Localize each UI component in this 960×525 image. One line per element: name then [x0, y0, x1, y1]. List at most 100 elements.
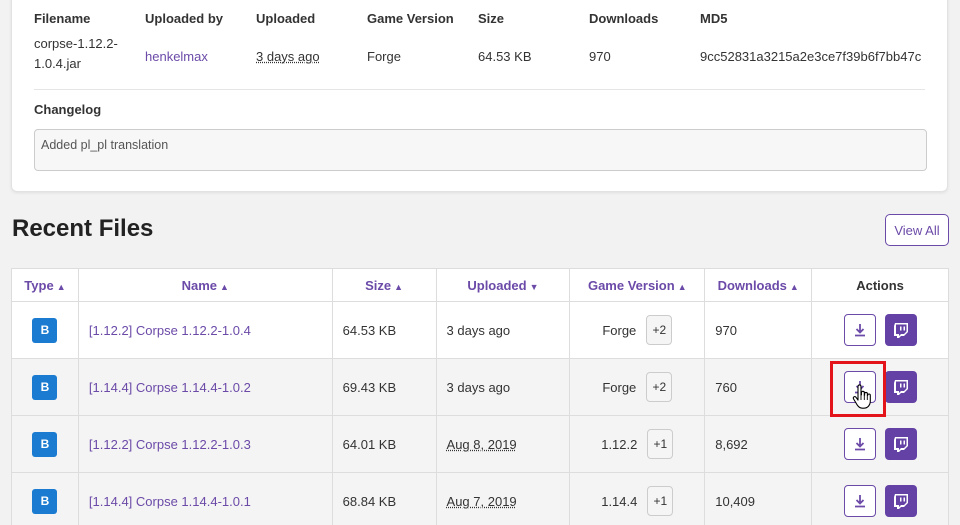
download-button[interactable]: [843, 314, 876, 346]
game-version-column: Game Version Forge: [367, 11, 454, 67]
uploaded-cell: Aug 8, 2019: [435, 415, 571, 473]
col-header-name[interactable]: Name ▲︎: [77, 268, 333, 302]
table-row: B [1.14.4] Corpse 1.14.4-1.0.1 68.84 KB …: [11, 472, 949, 525]
game-version-cell: 1.14.4 +1: [569, 472, 706, 525]
col-header-game-version-label: Game Version: [587, 277, 675, 293]
downloads-cell: 10,409: [704, 472, 813, 525]
twitch-icon: [893, 323, 908, 338]
col-header-downloads-label: Downloads: [717, 277, 787, 293]
sort-icon: ▲︎: [394, 281, 404, 292]
more-versions-button[interactable]: +2: [646, 372, 673, 402]
uploaded-by-column: Uploaded by henkelmax: [145, 11, 223, 67]
actions-cell: [811, 472, 949, 525]
changelog-box: Added pl_pl translation: [34, 129, 927, 171]
downloads-cell: 970: [704, 301, 813, 359]
downloads-value: 970: [589, 49, 611, 64]
twitch-icon: [893, 380, 908, 395]
type-cell: B: [11, 472, 79, 525]
md5-header: MD5: [700, 11, 728, 26]
uploaded-date: 3 days ago: [446, 379, 511, 395]
type-cell: B: [11, 301, 79, 359]
table-row: B [1.12.2] Corpse 1.12.2-1.0.4 64.53 KB …: [11, 301, 949, 359]
game-version-text: Forge: [602, 322, 637, 338]
uploaded-date: 3 days ago: [446, 322, 511, 338]
game-version-cell: Forge +2: [569, 358, 706, 416]
release-type-badge: B: [32, 317, 58, 343]
filename-header: Filename: [34, 11, 91, 26]
md5-value: 9cc52831a3215a2e3ce7f39b6f7bb47c: [700, 49, 922, 64]
changelog-label: Changelog: [34, 102, 102, 117]
size-column: Size 64.53 KB: [478, 11, 532, 67]
download-icon: [854, 438, 865, 451]
download-icon: [854, 381, 865, 394]
download-button[interactable]: [843, 485, 876, 517]
col-header-uploaded[interactable]: Uploaded ▼︎: [435, 268, 571, 302]
size-value: 64.53 KB: [478, 49, 532, 64]
col-header-game-version[interactable]: Game Version ▲︎: [569, 268, 706, 302]
game-version-header: Game Version: [367, 11, 454, 26]
uploaded-cell: 3 days ago: [435, 301, 571, 359]
uploaded-by-header: Uploaded by: [145, 11, 224, 26]
sort-icon: ▲︎: [220, 281, 229, 292]
twitch-install-button[interactable]: [884, 314, 917, 346]
file-details-card: Filename corpse-1.12.2-1.0.4.jar Uploade…: [11, 0, 948, 192]
col-header-name-label: Name: [181, 277, 218, 293]
uploaded-header: Uploaded: [256, 11, 316, 26]
more-versions-button[interactable]: +2: [646, 315, 673, 345]
twitch-icon: [893, 494, 908, 509]
twitch-icon: [893, 437, 908, 452]
table-header-row: Type ▲︎ Name ▲︎ Size ▲︎ Uploaded ▼︎ Game Ver…: [11, 268, 949, 302]
actions-cell: [811, 301, 949, 359]
twitch-install-button[interactable]: [884, 485, 917, 517]
release-type-badge: B: [32, 374, 58, 400]
file-name-link[interactable]: [1.14.4] Corpse 1.14.4-1.0.1: [89, 494, 251, 509]
table-row: B [1.12.2] Corpse 1.12.2-1.0.3 64.01 KB …: [11, 415, 949, 473]
sort-icon: ▲︎: [789, 281, 799, 292]
col-header-actions: Actions: [811, 268, 949, 302]
md5-column: MD5 9cc52831a3215a2e3ce7f39b6f7bb47c: [700, 11, 921, 67]
col-header-size[interactable]: Size ▲︎: [331, 268, 437, 302]
recent-files-title: Recent Files: [12, 215, 154, 242]
uploaded-cell: 3 days ago: [435, 358, 571, 416]
uploaded-cell: Aug 7, 2019: [435, 472, 571, 525]
type-cell: B: [11, 358, 79, 416]
col-header-type-label: Type: [24, 277, 54, 293]
twitch-install-button[interactable]: [884, 371, 917, 403]
sort-icon: ▲︎: [56, 281, 66, 292]
size-cell: 64.01 KB: [331, 415, 437, 473]
release-type-badge: B: [32, 431, 58, 457]
uploaded-date: Aug 8, 2019: [446, 436, 517, 452]
uploader-link[interactable]: henkelmax: [145, 47, 223, 67]
downloads-header: Downloads: [589, 11, 659, 26]
size-cell: 69.43 KB: [331, 358, 437, 416]
filename-value: corpse-1.12.2-1.0.4.jar: [34, 36, 118, 71]
more-versions-button[interactable]: +1: [647, 486, 674, 516]
view-all-button[interactable]: View All: [885, 214, 949, 246]
twitch-install-button[interactable]: [884, 428, 917, 460]
download-button[interactable]: [843, 428, 876, 460]
file-name-link[interactable]: [1.14.4] Corpse 1.14.4-1.0.2: [89, 380, 251, 395]
actions-cell: [811, 415, 949, 473]
file-name-link[interactable]: [1.12.2] Corpse 1.12.2-1.0.4: [89, 323, 251, 338]
file-name-link[interactable]: [1.12.2] Corpse 1.12.2-1.0.3: [89, 437, 251, 452]
game-version-value: Forge: [367, 49, 401, 64]
download-icon: [854, 495, 865, 508]
game-version-text: 1.12.2: [601, 436, 638, 452]
download-button[interactable]: [843, 371, 876, 403]
downloads-cell: 8,692: [704, 415, 813, 473]
col-header-downloads[interactable]: Downloads ▲︎: [704, 268, 813, 302]
game-version-text: Forge: [602, 379, 637, 395]
actions-cell: [811, 358, 949, 416]
sort-icon: ▼︎: [529, 281, 539, 292]
uploaded-column: Uploaded 3 days ago: [256, 11, 320, 67]
sort-icon: ▲︎: [677, 281, 687, 292]
divider: [34, 89, 925, 90]
release-type-badge: B: [32, 488, 58, 514]
game-version-cell: 1.12.2 +1: [569, 415, 706, 473]
name-cell: [1.12.2] Corpse 1.12.2-1.0.4: [77, 301, 333, 359]
uploaded-value: 3 days ago: [256, 49, 320, 64]
download-icon: [854, 324, 865, 337]
col-header-type[interactable]: Type ▲︎: [11, 268, 79, 302]
size-cell: 68.84 KB: [331, 472, 437, 525]
more-versions-button[interactable]: +1: [647, 429, 674, 459]
